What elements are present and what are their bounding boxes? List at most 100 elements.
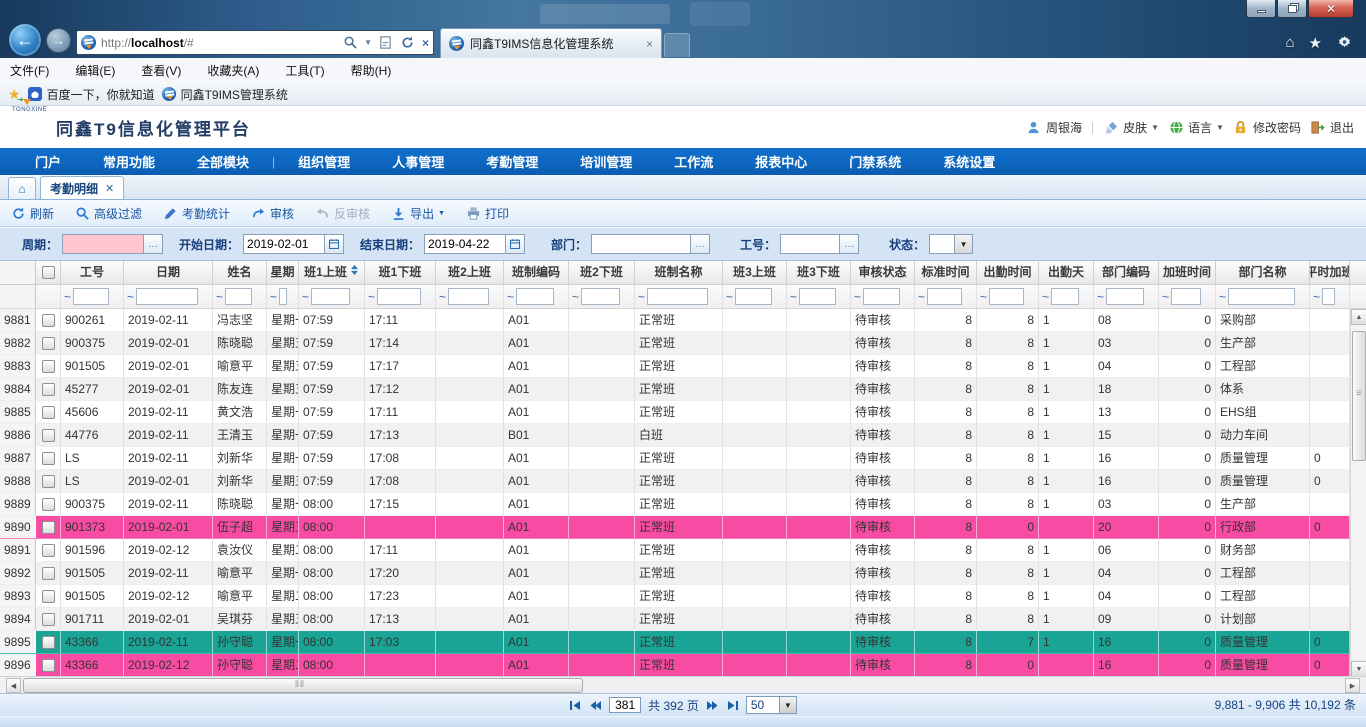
calendar-icon[interactable] (506, 234, 525, 254)
column-header[interactable]: 班2下班 (569, 261, 635, 284)
scroll-left-icon[interactable]: ◀ (6, 678, 21, 693)
column-header[interactable]: 审核状态 (851, 261, 915, 284)
end-date-input[interactable] (424, 234, 506, 254)
first-page-button[interactable] (569, 700, 582, 711)
horizontal-scroll-thumb[interactable] (23, 678, 583, 693)
row-checkbox-cell[interactable] (36, 447, 61, 469)
table-row[interactable]: 98909013732019-02-01伍子超星期五08:00A01正常班待审核… (0, 516, 1366, 539)
column-header[interactable]: 部门编码 (1094, 261, 1159, 284)
calendar-icon[interactable] (325, 234, 344, 254)
row-checkbox-cell[interactable] (36, 493, 61, 515)
select-all-checkbox[interactable] (42, 266, 55, 279)
tab-close-icon[interactable]: ✕ (105, 182, 114, 195)
row-checkbox-cell[interactable] (36, 539, 61, 561)
column-header[interactable]: 加班时间 (1159, 261, 1216, 284)
favorites-star-icon[interactable]: ★ (1309, 34, 1322, 52)
column-header[interactable]: 平时加班 (1310, 261, 1350, 284)
column-filter-input[interactable] (448, 288, 489, 305)
horizontal-scrollbar[interactable]: ◀ ▶ (0, 676, 1366, 693)
table-row[interactable]: 9896433662019-02-12孙守聪星期二08:00A01正常班待审核8… (0, 654, 1366, 677)
scroll-down-icon[interactable]: ▼ (1351, 661, 1366, 677)
refresh-page-icon[interactable] (400, 35, 416, 51)
column-header[interactable]: 班1下班 (365, 261, 436, 284)
table-row[interactable]: 98939015052019-02-12喻意平星期二08:0017:23A01正… (0, 585, 1366, 608)
nav-item[interactable]: 门禁系统 (828, 152, 922, 171)
column-filter-input[interactable] (73, 288, 109, 305)
nav-item[interactable]: 常用功能 (82, 152, 176, 171)
column-filter-input[interactable] (516, 288, 554, 305)
start-date-input[interactable] (243, 234, 325, 254)
row-checkbox[interactable] (42, 360, 55, 373)
column-header[interactable]: 班制编码 (504, 261, 569, 284)
column-filter-input[interactable] (1106, 288, 1144, 305)
column-header[interactable]: 姓名 (213, 261, 267, 284)
table-row[interactable]: 98819002612019-02-11冯志坚星期一07:5917:11A01正… (0, 309, 1366, 332)
row-checkbox[interactable] (42, 659, 55, 672)
column-filter-input[interactable] (311, 288, 350, 305)
row-checkbox[interactable] (42, 337, 55, 350)
favorite-item-baidu[interactable]: 百度一下，你就知道 (28, 86, 155, 103)
row-checkbox-cell[interactable] (36, 562, 61, 584)
search-icon[interactable] (342, 35, 358, 51)
menu-item[interactable]: 帮助(H) (351, 62, 392, 79)
row-checkbox-cell[interactable] (36, 631, 61, 653)
column-filter-input[interactable] (863, 288, 900, 305)
row-checkbox[interactable] (42, 567, 55, 580)
menu-item[interactable]: 文件(F) (10, 62, 49, 79)
row-checkbox[interactable] (42, 429, 55, 442)
vertical-scroll-thumb[interactable] (1352, 331, 1366, 461)
status-select[interactable]: ▼ (929, 234, 973, 254)
column-filter-input[interactable] (927, 288, 962, 305)
change-password-button[interactable]: 修改密码 (1233, 119, 1301, 136)
minimize-button[interactable] (1246, 0, 1276, 18)
settings-gear-icon[interactable] (1336, 34, 1352, 50)
new-tab-button[interactable] (664, 33, 690, 57)
row-checkbox[interactable] (42, 613, 55, 626)
nav-item[interactable]: 门户 (14, 152, 82, 171)
stats-button[interactable]: 考勤统计 (162, 205, 230, 222)
last-page-button[interactable] (726, 700, 739, 711)
column-header[interactable]: 班2上班 (436, 261, 504, 284)
nav-item[interactable]: 报表中心 (734, 152, 828, 171)
row-checkbox-cell[interactable] (36, 585, 61, 607)
home-icon[interactable]: ⌂ (1285, 34, 1294, 52)
table-row[interactable]: 98929015052019-02-11喻意平星期一08:0017:20A01正… (0, 562, 1366, 585)
row-checkbox-cell[interactable] (36, 355, 61, 377)
row-checkbox[interactable] (42, 475, 55, 488)
favorite-item-t9ims[interactable]: 同鑫T9IMS管理系统 (162, 86, 288, 103)
column-filter-input[interactable] (1322, 288, 1335, 305)
row-checkbox-cell[interactable] (36, 401, 61, 423)
column-header[interactable]: 出勤时间 (977, 261, 1039, 284)
nav-item[interactable]: 系统设置 (922, 152, 1016, 171)
scroll-right-icon[interactable]: ▶ (1345, 678, 1360, 693)
column-filter-input[interactable] (279, 288, 287, 305)
current-user[interactable]: 周银海 (1026, 119, 1082, 136)
skin-menu[interactable]: 皮肤 ▼ (1103, 119, 1159, 136)
employee-no-picker-button[interactable]: … (840, 234, 859, 254)
row-checkbox-cell[interactable] (36, 516, 61, 538)
prev-page-button[interactable] (589, 700, 602, 711)
column-header[interactable]: 标准时间 (915, 261, 977, 284)
print-button[interactable]: 打印 (465, 205, 509, 222)
row-checkbox-cell[interactable] (36, 332, 61, 354)
column-filter-input[interactable] (225, 288, 252, 305)
column-filter-input[interactable] (1171, 288, 1201, 305)
menu-item[interactable]: 收藏夹(A) (207, 62, 259, 79)
column-header[interactable]: 班1上班 (299, 261, 365, 284)
column-filter-input[interactable] (799, 288, 836, 305)
employee-no-input[interactable] (780, 234, 840, 254)
browser-tab[interactable]: 同鑫T9IMS信息化管理系统 × (440, 28, 662, 58)
column-header[interactable]: 班3上班 (723, 261, 787, 284)
row-checkbox[interactable] (42, 452, 55, 465)
tab-attendance-detail[interactable]: 考勤明细 ✕ (40, 176, 124, 199)
row-checkbox-cell[interactable] (36, 470, 61, 492)
maximize-button[interactable] (1277, 0, 1307, 18)
audit-button[interactable]: 审核 (250, 205, 294, 222)
table-row[interactable]: 98839015052019-02-01喻意平星期五07:5917:17A01正… (0, 355, 1366, 378)
column-header[interactable]: 班制名称 (635, 261, 723, 284)
row-checkbox-cell[interactable] (36, 608, 61, 630)
table-row[interactable]: 98919015962019-02-12袁汝仪星期二08:0017:11A01正… (0, 539, 1366, 562)
table-row[interactable]: 9895433662019-02-11孙守聪星期一08:0017:03A01正常… (0, 631, 1366, 654)
row-checkbox[interactable] (42, 406, 55, 419)
table-row[interactable]: 9887LS2019-02-11刘新华星期一07:5917:08A01正常班待审… (0, 447, 1366, 470)
